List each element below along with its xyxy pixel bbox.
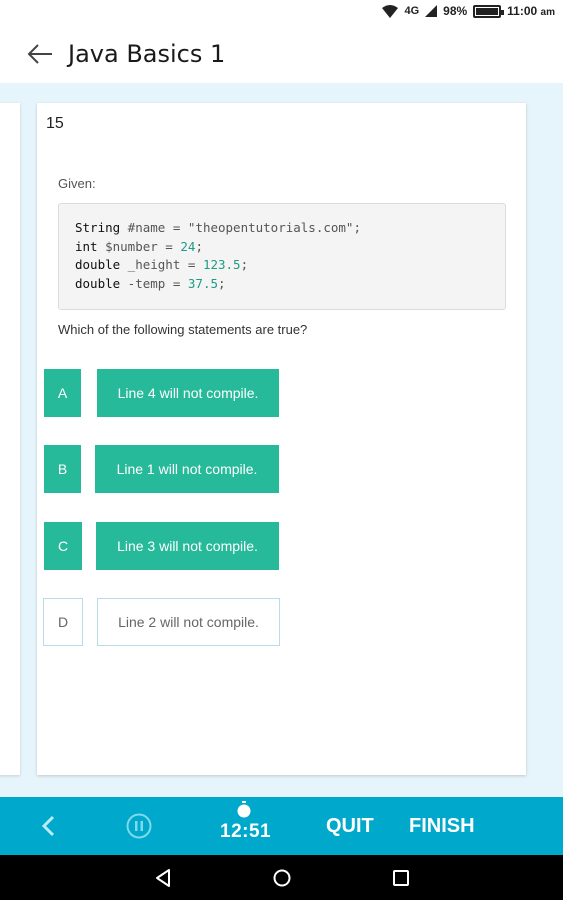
chevron-left-icon [41,815,55,837]
option-d-button[interactable]: Line 2 will not compile. [97,598,280,646]
option-b-letter[interactable]: B [44,445,81,493]
page-title: Java Basics 1 [68,40,226,68]
code-line: double -temp = 37.5; [75,275,226,291]
given-label: Given: [58,176,96,191]
wifi-icon [382,4,399,18]
option-a-button[interactable]: Line 4 will not compile. [97,369,279,417]
recents-square-icon[interactable] [389,866,413,890]
option-b-button[interactable]: Line 1 will not compile. [95,445,279,493]
pause-button[interactable] [126,813,152,839]
stopwatch-icon [237,801,251,818]
question-prompt: Which of the following statements are tr… [58,322,308,337]
previous-question-button[interactable] [34,812,62,840]
network-type: 4G [404,5,420,17]
option-c-button[interactable]: Line 3 will not compile. [96,522,279,570]
status-bar: 4G 98% 11:00 am [0,0,563,25]
back-button[interactable] [22,36,58,72]
code-line: String #name = "theopentutorials.com"; [75,220,361,235]
battery-percent: 98% [443,4,468,18]
code-line: int $number = 24; [75,238,203,254]
option-d-letter[interactable]: D [43,598,83,646]
code-line: double _height = 123.5; [75,257,249,272]
previous-question-card[interactable] [0,103,20,775]
timer-display: 12:51 [220,821,272,842]
finish-button[interactable]: FINISH [409,815,475,838]
signal-icon [425,5,438,17]
question-pager[interactable]: 15 Given: String #name = "theopentutoria… [0,83,563,797]
back-triangle-icon[interactable] [151,866,175,890]
pause-icon [126,813,152,839]
option-a-letter[interactable]: A [44,369,81,417]
status-icons: 4G 98% 11:00 am [382,4,555,18]
app-bar: Java Basics 1 [0,25,563,83]
option-c-letter[interactable]: C [44,522,82,570]
code-block: String #name = "theopentutorials.com"; i… [58,203,506,310]
battery-icon [473,4,505,18]
quiz-toolbar: 12:51 QUIT FINISH [0,797,563,855]
question-card: 15 Given: String #name = "theopentutoria… [37,103,526,775]
clock: 11:00 am [507,4,555,18]
quit-button[interactable]: QUIT [326,815,374,838]
home-circle-icon[interactable] [270,866,294,890]
arrow-left-icon [27,44,52,64]
system-nav-bar [0,855,563,900]
question-number: 15 [46,115,64,132]
